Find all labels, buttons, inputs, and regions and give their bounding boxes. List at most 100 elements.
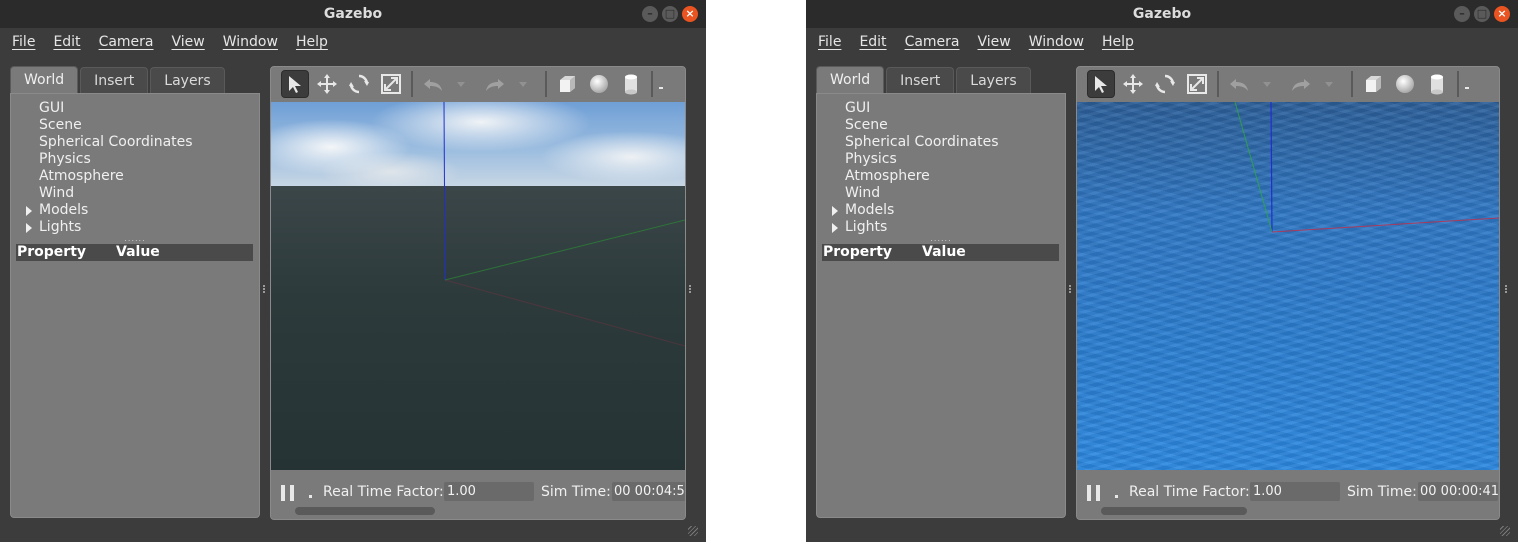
horizontal-scrollbar[interactable] [1101, 507, 1247, 515]
undo-dropdown-icon[interactable] [457, 81, 465, 87]
menu-edit[interactable]: Edit [859, 34, 886, 50]
minimize-button[interactable]: – [1454, 6, 1470, 22]
menu-file[interactable]: File [12, 34, 35, 50]
menu-bar: File Edit Camera View Window Help [806, 28, 1518, 56]
window-titlebar[interactable]: Gazebo – □ × [806, 0, 1518, 28]
undo-icon[interactable] [1225, 70, 1253, 98]
arrow-select-icon[interactable] [281, 70, 309, 98]
expand-arrow-icon[interactable] [26, 223, 32, 233]
menu-window[interactable]: Window [223, 34, 278, 50]
property-column-header[interactable]: Property [822, 244, 922, 261]
sphere-icon[interactable] [1391, 70, 1419, 98]
cylinder-icon[interactable] [1423, 70, 1451, 98]
tree-item-scene[interactable]: Scene [817, 117, 1065, 134]
menu-edit[interactable]: Edit [53, 34, 80, 50]
resize-grip-icon[interactable] [688, 526, 698, 536]
toolbar [1077, 67, 1499, 101]
toolbar-overflow-icon[interactable] [1465, 87, 1469, 89]
expand-arrow-icon[interactable] [832, 206, 838, 216]
left-panel-tabs: World Insert Layers [10, 66, 260, 94]
resize-grip-icon[interactable] [1500, 526, 1510, 536]
undo-dropdown-icon[interactable] [1263, 81, 1271, 87]
tab-layers[interactable]: Layers [150, 67, 225, 94]
pause-icon[interactable] [281, 485, 295, 501]
toolbar-separator [1457, 71, 1459, 97]
tree-item-wind[interactable]: Wind [11, 185, 259, 202]
undo-icon[interactable] [419, 70, 447, 98]
redo-icon[interactable] [481, 70, 509, 98]
right-splitter-handle[interactable] [1505, 285, 1508, 297]
status-bar: Real Time Factor: 1.00 Sim Time: 00 00:0… [1077, 471, 1499, 519]
redo-icon[interactable] [1287, 70, 1315, 98]
cylinder-icon[interactable] [617, 70, 645, 98]
menu-help[interactable]: Help [296, 34, 328, 50]
tree-item-gui[interactable]: GUI [11, 100, 259, 117]
tree-item-scene[interactable]: Scene [11, 117, 259, 134]
tree-item-models[interactable]: Models [817, 202, 1065, 219]
menu-camera[interactable]: Camera [905, 34, 960, 50]
rotate-icon[interactable] [1151, 70, 1179, 98]
arrow-select-icon[interactable] [1087, 70, 1115, 98]
tree-item-lights-label: Lights [39, 219, 82, 235]
sphere-icon[interactable] [585, 70, 613, 98]
splitter-grip-icon[interactable]: ...... [817, 235, 1065, 243]
tree-item-spherical-coordinates[interactable]: Spherical Coordinates [11, 134, 259, 151]
menu-view[interactable]: View [172, 34, 205, 50]
value-column-header[interactable]: Value [922, 244, 966, 261]
scale-icon[interactable] [1183, 70, 1211, 98]
tree-item-lights[interactable]: Lights [11, 219, 259, 236]
translate-icon[interactable] [1119, 70, 1147, 98]
tree-item-spherical-coordinates[interactable]: Spherical Coordinates [817, 134, 1065, 151]
3d-viewport[interactable] [1077, 102, 1499, 470]
tree-item-physics[interactable]: Physics [11, 151, 259, 168]
translate-icon[interactable] [313, 70, 341, 98]
tree-item-models[interactable]: Models [11, 202, 259, 219]
left-panel: World Insert Layers GUI Scene Spherical … [10, 66, 260, 518]
3d-viewport[interactable] [271, 102, 685, 470]
window-title: Gazebo [323, 6, 383, 22]
menu-camera[interactable]: Camera [99, 34, 154, 50]
minimize-button[interactable]: – [642, 6, 658, 22]
property-table-header: Property Value [16, 244, 253, 261]
step-icon[interactable] [309, 495, 312, 498]
tab-world[interactable]: World [816, 66, 885, 94]
menu-help[interactable]: Help [1102, 34, 1134, 50]
toolbar-overflow-icon[interactable] [659, 87, 663, 89]
tree-item-physics[interactable]: Physics [817, 151, 1065, 168]
splitter-grip-icon[interactable]: ...... [11, 235, 259, 243]
right-splitter-handle[interactable] [689, 285, 692, 297]
rotate-icon[interactable] [345, 70, 373, 98]
property-column-header[interactable]: Property [16, 244, 116, 261]
scale-icon[interactable] [377, 70, 405, 98]
redo-dropdown-icon[interactable] [1325, 81, 1333, 87]
tab-insert[interactable]: Insert [886, 67, 955, 94]
close-button[interactable]: × [682, 6, 698, 22]
value-column-header[interactable]: Value [116, 244, 160, 261]
tree-item-lights[interactable]: Lights [817, 219, 1065, 236]
left-splitter-handle[interactable] [263, 285, 266, 297]
maximize-button[interactable]: □ [662, 6, 678, 22]
expand-arrow-icon[interactable] [832, 223, 838, 233]
tab-layers[interactable]: Layers [956, 67, 1031, 94]
menu-file[interactable]: File [818, 34, 841, 50]
tab-world[interactable]: World [10, 66, 79, 94]
tab-insert[interactable]: Insert [80, 67, 149, 94]
menu-window[interactable]: Window [1029, 34, 1084, 50]
window-titlebar[interactable]: Gazebo – □ × [0, 0, 706, 28]
menu-view[interactable]: View [978, 34, 1011, 50]
expand-arrow-icon[interactable] [26, 206, 32, 216]
box-icon[interactable] [553, 70, 581, 98]
redo-dropdown-icon[interactable] [519, 81, 527, 87]
horizontal-scrollbar[interactable] [295, 507, 435, 515]
tree-item-gui[interactable]: GUI [817, 100, 1065, 117]
box-icon[interactable] [1359, 70, 1387, 98]
maximize-button[interactable]: □ [1474, 6, 1490, 22]
close-button[interactable]: × [1494, 6, 1510, 22]
left-splitter-handle[interactable] [1069, 285, 1072, 297]
gazebo-window-dark: Gazebo – □ × File Edit Camera View Windo… [0, 0, 706, 542]
tree-item-atmosphere[interactable]: Atmosphere [11, 168, 259, 185]
step-icon[interactable] [1115, 495, 1118, 498]
tree-item-atmosphere[interactable]: Atmosphere [817, 168, 1065, 185]
pause-icon[interactable] [1087, 485, 1101, 501]
tree-item-wind[interactable]: Wind [817, 185, 1065, 202]
